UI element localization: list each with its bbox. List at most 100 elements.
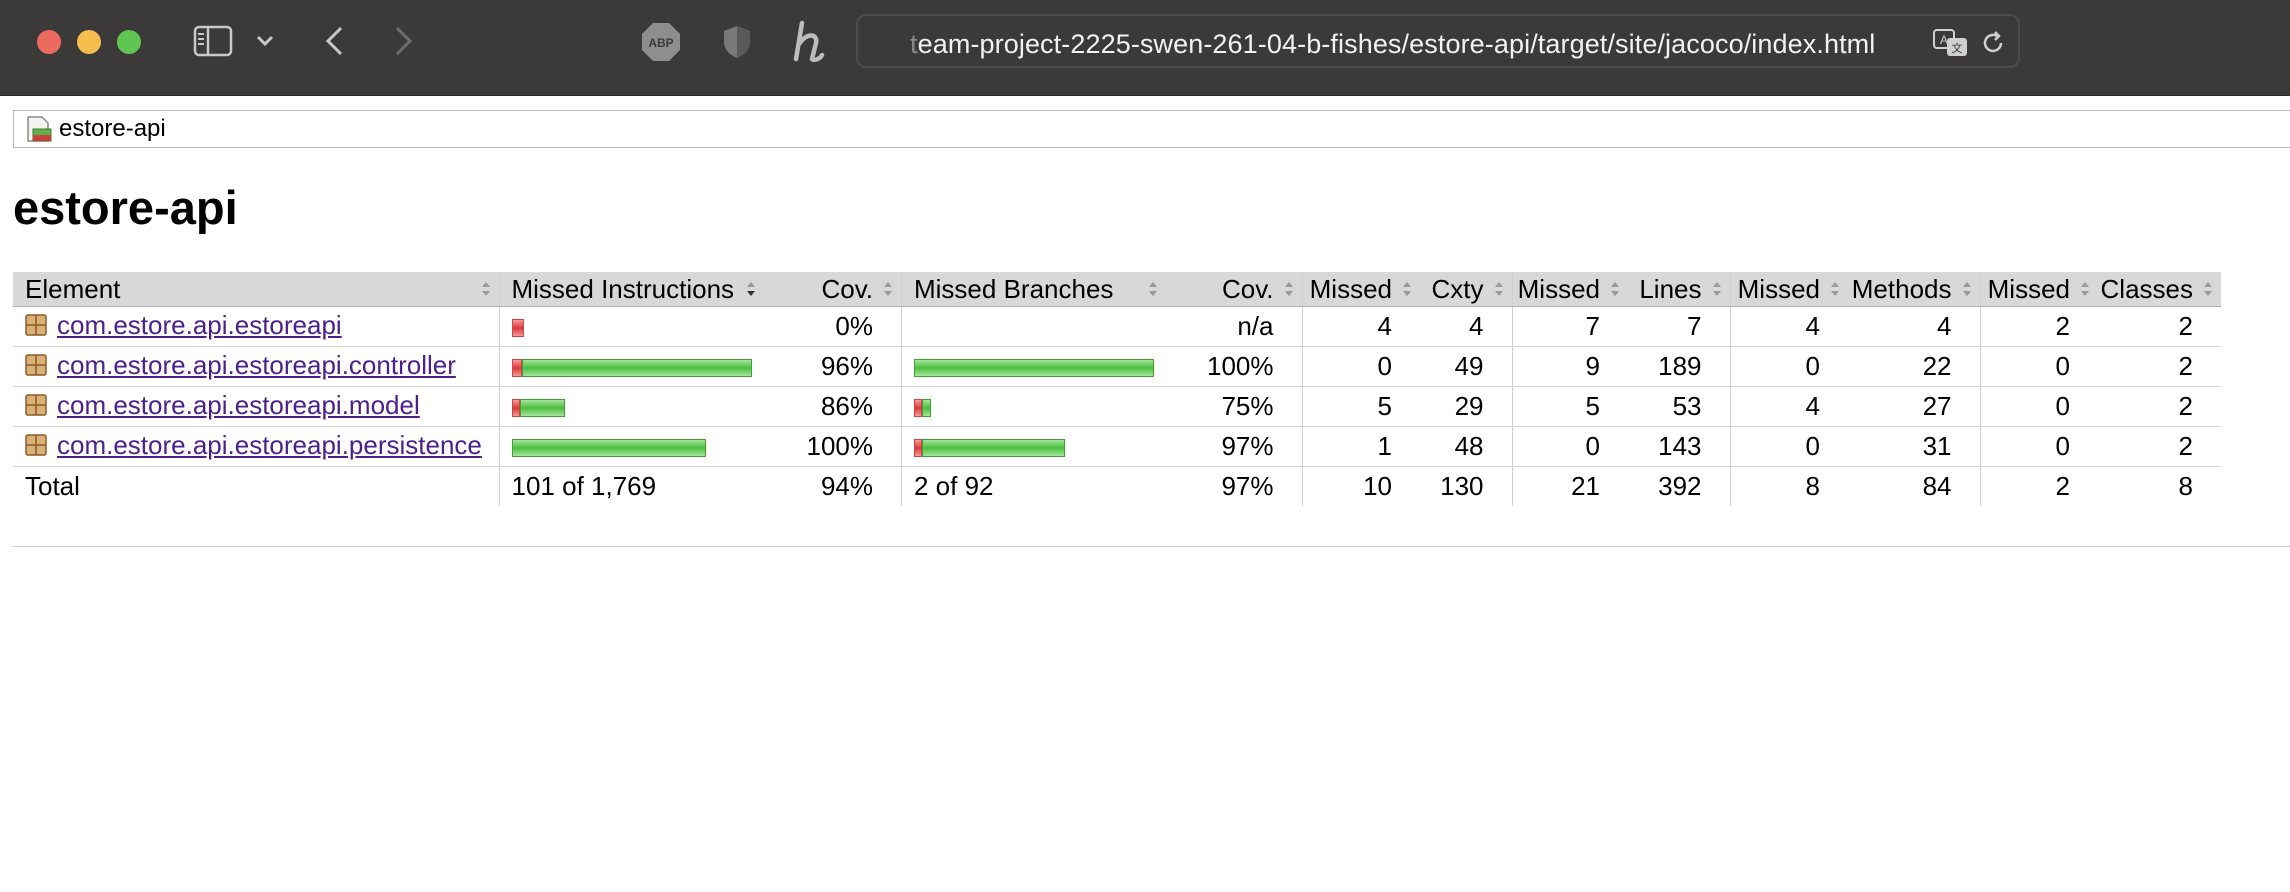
missed-lines: 7 bbox=[1511, 306, 1628, 347]
browser-toolbar: ABP team-project-2225-swen-261-04-b-fish… bbox=[0, 0, 2290, 96]
lines: 7 bbox=[1628, 306, 1730, 347]
total-label: Total bbox=[13, 466, 499, 506]
package-icon bbox=[25, 354, 47, 376]
sort-icon bbox=[884, 282, 892, 296]
instructions-coverage: 86% bbox=[763, 386, 902, 427]
sort-icon bbox=[1403, 282, 1411, 296]
sort-icon bbox=[2081, 282, 2089, 296]
lines: 53 bbox=[1628, 386, 1730, 427]
header-cxty[interactable]: Cxty bbox=[1420, 272, 1512, 307]
reload-button[interactable] bbox=[1978, 28, 2008, 58]
privacy-shield-button[interactable] bbox=[718, 22, 756, 62]
tab-overview-dropdown[interactable] bbox=[252, 26, 278, 56]
instructions-coverage: 96% bbox=[763, 346, 902, 387]
cxty: 49 bbox=[1420, 346, 1512, 387]
missed-cxty: 0 bbox=[1301, 346, 1420, 387]
package-link[interactable]: com.estore.api.estoreapi.controller bbox=[25, 350, 456, 381]
header-missed-instructions[interactable]: Missed Instructions bbox=[498, 272, 764, 307]
header-missed-cxty[interactable]: Missed bbox=[1301, 272, 1420, 307]
missed-lines: 5 bbox=[1511, 386, 1628, 427]
missed-bar bbox=[511, 319, 524, 338]
missed-instructions-bar bbox=[498, 386, 764, 427]
package-icon bbox=[25, 314, 47, 336]
header-instructions-coverage[interactable]: Cov. bbox=[763, 272, 902, 307]
missed-cxty: 5 bbox=[1301, 386, 1420, 427]
branches-coverage: 100% bbox=[1166, 346, 1302, 387]
covered-bar bbox=[922, 439, 1065, 458]
sidebar-toggle-button[interactable] bbox=[193, 24, 233, 58]
missed-methods: 0 bbox=[1729, 426, 1848, 467]
close-window-button[interactable] bbox=[37, 30, 61, 54]
covered-bar bbox=[914, 359, 1154, 378]
address-bar[interactable]: team-project-2225-swen-261-04-b-fishes/e… bbox=[856, 14, 2020, 68]
element-cell: com.estore.api.estoreapi.persistence bbox=[13, 426, 499, 467]
package-name: com.estore.api.estoreapi.persistence bbox=[57, 429, 482, 460]
svg-text:A: A bbox=[1940, 33, 1948, 47]
page-title: estore-api bbox=[13, 181, 238, 234]
minimize-window-button[interactable] bbox=[77, 30, 101, 54]
missed-methods: 0 bbox=[1729, 346, 1848, 387]
maximize-window-button[interactable] bbox=[117, 30, 141, 54]
cxty: 4 bbox=[1420, 306, 1512, 347]
total-classes: 8 bbox=[2098, 466, 2221, 506]
header-missed-lines[interactable]: Missed bbox=[1511, 272, 1628, 307]
package-name: com.estore.api.estoreapi.controller bbox=[57, 349, 456, 380]
missed-cxty: 1 bbox=[1301, 426, 1420, 467]
sort-icon bbox=[481, 282, 490, 296]
package-link[interactable]: com.estore.api.estoreapi bbox=[25, 310, 342, 341]
missed-bar bbox=[914, 439, 922, 458]
breadcrumb-label: estore-api bbox=[59, 115, 166, 142]
element-cell: com.estore.api.estoreapi.controller bbox=[13, 346, 499, 387]
table-row: com.estore.api.estoreapi 0% n/a 4 4 7 7 4 4 2 2 bbox=[13, 306, 2221, 347]
lines: 189 bbox=[1628, 346, 1730, 387]
svg-text:文: 文 bbox=[1952, 41, 1963, 55]
header-missed-classes[interactable]: Missed bbox=[1979, 272, 2098, 307]
methods: 31 bbox=[1848, 426, 1980, 467]
classes: 2 bbox=[2098, 346, 2221, 387]
covered-bar bbox=[521, 359, 752, 378]
missed-branches-bar bbox=[901, 346, 1166, 387]
header-missed-branches[interactable]: Missed Branches bbox=[901, 272, 1166, 307]
total-branches-coverage: 97% bbox=[1166, 466, 1302, 506]
header-missed-methods[interactable]: Missed bbox=[1729, 272, 1848, 307]
sort-icon bbox=[1962, 282, 1971, 296]
shield-icon bbox=[724, 26, 750, 58]
forward-button[interactable] bbox=[388, 24, 420, 58]
breadcrumb: estore-api bbox=[13, 110, 2290, 148]
covered-bar bbox=[519, 399, 565, 418]
honey-extension-button[interactable] bbox=[786, 18, 830, 64]
total-cxty: 130 bbox=[1420, 466, 1512, 506]
classes: 2 bbox=[2098, 306, 2221, 347]
table-row: com.estore.api.estoreapi.persistence 100%… bbox=[13, 426, 2221, 467]
package-icon bbox=[25, 434, 47, 456]
covered-bar bbox=[511, 439, 706, 458]
package-icon bbox=[25, 394, 47, 416]
reload-icon bbox=[1983, 31, 2003, 53]
missed-classes: 2 bbox=[1979, 306, 2098, 347]
sort-icon bbox=[1284, 282, 1293, 296]
header-classes[interactable]: Classes bbox=[2098, 272, 2221, 307]
element-cell: com.estore.api.estoreapi.model bbox=[13, 386, 499, 427]
chevron-down-icon bbox=[256, 35, 274, 47]
classes: 2 bbox=[2098, 426, 2221, 467]
adblock-button[interactable]: ABP bbox=[640, 21, 682, 63]
forward-arrow-icon bbox=[395, 26, 413, 56]
missed-instructions-bar bbox=[498, 346, 764, 387]
back-button[interactable] bbox=[318, 24, 350, 58]
package-name: com.estore.api.estoreapi.model bbox=[57, 389, 420, 420]
header-branches-coverage[interactable]: Cov. bbox=[1166, 272, 1302, 307]
package-name: com.estore.api.estoreapi bbox=[57, 309, 342, 340]
missed-classes: 0 bbox=[1979, 426, 2098, 467]
total-missed-methods: 8 bbox=[1729, 466, 1848, 506]
package-link[interactable]: com.estore.api.estoreapi.model bbox=[25, 390, 420, 421]
header-element[interactable]: Element bbox=[13, 272, 499, 307]
missed-classes: 0 bbox=[1979, 386, 2098, 427]
branches-coverage: 75% bbox=[1166, 386, 1302, 427]
sort-icon bbox=[1149, 282, 1157, 296]
translate-button[interactable]: A 文 bbox=[1932, 28, 1970, 58]
svg-text:ABP: ABP bbox=[648, 36, 673, 50]
header-lines[interactable]: Lines bbox=[1628, 272, 1730, 307]
sort-icon bbox=[1831, 282, 1839, 296]
header-methods[interactable]: Methods bbox=[1848, 272, 1980, 307]
package-link[interactable]: com.estore.api.estoreapi.persistence bbox=[25, 430, 482, 461]
